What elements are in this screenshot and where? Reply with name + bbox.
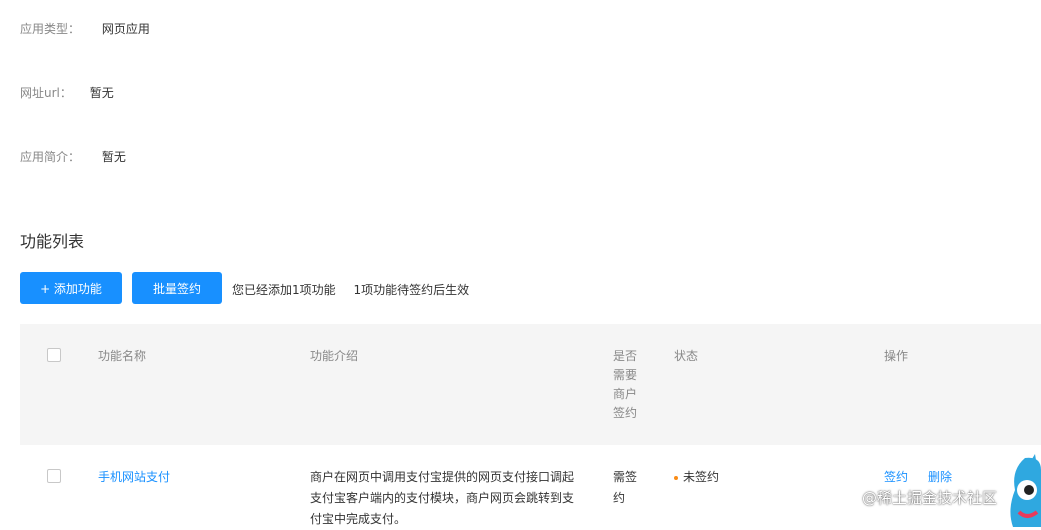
sign-link[interactable]: 签约: [884, 467, 908, 488]
watermark: @稀土掘金技术社区: [862, 489, 998, 507]
table-header: 功能名称 功能介绍 是否需要商户签约 状态 操作: [20, 324, 1041, 445]
header-feature-name: 功能名称: [98, 349, 147, 363]
app-url-value: 暂无: [89, 86, 114, 100]
delete-link[interactable]: 删除: [928, 467, 952, 488]
feature-summary: 您已经添加1项功能 1项功能待签约后生效: [232, 281, 469, 298]
app-desc-label: 应用简介：: [20, 150, 81, 164]
app-desc-row: 应用简介： 暂无: [20, 148, 126, 165]
add-feature-button[interactable]: + 添加功能: [20, 272, 122, 304]
app-type-row: 应用类型： 网页应用: [20, 20, 150, 37]
app-desc-value: 暂无: [101, 150, 126, 164]
app-url-row: 网址url： 暂无: [20, 84, 114, 101]
header-operations: 操作: [884, 349, 909, 363]
pending-summary-text: 1项功能待签约后生效: [353, 283, 470, 297]
header-needs-sign: 是否需要商户签约: [613, 349, 638, 420]
table-row: 手机网站支付 商户在网页中调用支付宝提供的网页支付接口调起支付宝客户端内的支付模…: [20, 445, 1041, 527]
status-text: 未签约: [683, 470, 720, 484]
feature-name-link[interactable]: 手机网站支付: [98, 467, 170, 488]
select-all-checkbox[interactable]: [47, 348, 61, 362]
needs-sign-value: 需签约: [613, 470, 638, 505]
app-type-label: 应用类型：: [20, 22, 81, 36]
status-dot-icon: [674, 475, 678, 480]
status-cell: 未签约: [674, 467, 719, 488]
row-checkbox[interactable]: [47, 469, 61, 483]
batch-sign-button[interactable]: 批量签约: [132, 272, 222, 304]
feature-intro: 商户在网页中调用支付宝提供的网页支付接口调起支付宝客户端内的支付模块，商户网页会…: [310, 470, 575, 526]
app-url-label: 网址url：: [20, 86, 72, 100]
header-status: 状态: [674, 349, 699, 363]
app-type-value: 网页应用: [101, 22, 150, 36]
added-summary-text: 您已经添加1项功能: [232, 283, 336, 297]
header-feature-intro: 功能介绍: [310, 349, 359, 363]
feature-list-title: 功能列表: [20, 232, 85, 251]
mascot-icon: [1010, 454, 1041, 527]
